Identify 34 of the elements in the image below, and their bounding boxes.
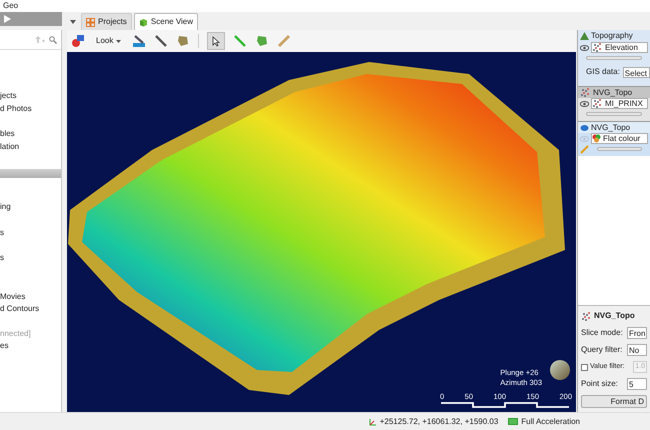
gis-data-label: GIS data: [586,66,620,78]
view-tab[interactable]: Scene View [134,13,198,30]
slice-mode-label: Slice mode: [581,327,623,339]
look-dropdown[interactable]: Look [93,35,124,47]
style-dropdown[interactable]: MI_PRINX [591,98,648,109]
tree-item[interactable]: ing [0,201,61,214]
query-filter-dropdown[interactable]: No [627,344,647,356]
view-tab[interactable]: Projects [81,13,132,30]
style-dropdown[interactable]: Elevation [591,42,648,53]
layer-card[interactable]: NVG_Topo MI_PRINX [578,86,650,121]
layer-title: NVG_Topo [593,86,632,98]
tree-item[interactable]: Movies [0,290,61,303]
acceleration-status: Full Acceleration [521,416,580,428]
point-size-field[interactable]: 5 [627,378,647,390]
query-filter-label: Query filter: [581,344,622,356]
tree-item[interactable]: d Photos [0,102,61,115]
window-title: Geo [3,0,18,12]
tree-item[interactable]: s [0,226,61,239]
tree-item[interactable]: es [0,340,61,352]
coordinates-readout: +25125.72, +16061.32, +1590.03 [380,416,498,428]
tree-item[interactable]: bles [0,128,61,140]
gis-data-dropdown[interactable]: Select [622,66,650,78]
slice-mode-dropdown[interactable]: Fron [627,327,647,339]
format-button[interactable]: Format D [581,395,647,408]
tree-item[interactable]: s [0,252,61,264]
tree-item[interactable]: jects [0,90,61,102]
point-size-label: Point size: [581,378,618,390]
properties-title: NVG_Topo [594,310,635,322]
layer-title: NVG_Topo [591,122,630,134]
tree-item[interactable]: d Contours [0,303,61,316]
layer-card[interactable]: NVG_Topo Flat colour [578,121,650,156]
object-title: Topography [591,30,633,42]
tree-item[interactable]: lation [0,140,61,153]
style-dropdown[interactable]: Flat colour [591,133,648,144]
